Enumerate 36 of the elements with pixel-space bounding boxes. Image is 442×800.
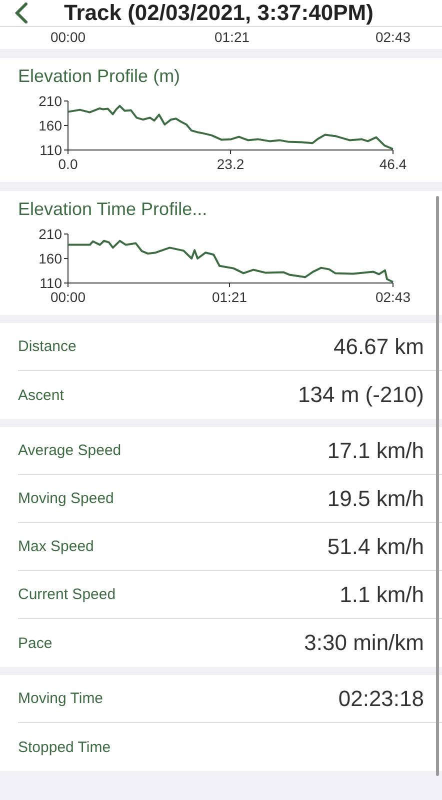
axis-tick-label: 160 bbox=[38, 250, 62, 266]
screen-title: Track (02/03/2021, 3:37:40PM) bbox=[64, 0, 374, 26]
axis-tick-label: 01:21 bbox=[212, 289, 248, 302]
stat-label: Current Speed bbox=[18, 586, 116, 603]
chart-title: Elevation Time Profile... bbox=[17, 199, 208, 220]
axis-tick-label: 110 bbox=[40, 142, 62, 158]
axis-tick-label: 160 bbox=[38, 118, 62, 134]
stat-label: Average Speed bbox=[18, 442, 122, 459]
axis-tick-label: 110 bbox=[40, 275, 62, 291]
back-icon[interactable] bbox=[14, 2, 28, 24]
axis-tick-label: 46.4 bbox=[379, 156, 407, 169]
stat-value: 02:23:18 bbox=[338, 686, 424, 712]
stat-value: 1.1 km/h bbox=[340, 582, 424, 608]
axis-tick-label: 210 bbox=[38, 226, 62, 242]
chart-title: Elevation Profile (m) bbox=[17, 66, 182, 87]
axis-tick-label: 0.0 bbox=[58, 156, 78, 169]
stat-value: 51.4 km/h bbox=[327, 534, 424, 560]
stat-value: 17.1 km/h bbox=[327, 438, 424, 464]
axis-tick-label: 00:00 bbox=[50, 29, 86, 45]
stat-value: 19.5 km/h bbox=[327, 486, 424, 512]
axis-tick-label: 00:00 bbox=[50, 289, 86, 302]
stat-value: 3:30 min/km bbox=[304, 630, 424, 656]
stat-label: Stopped Time bbox=[18, 738, 111, 756]
axis-tick-label: 02:43 bbox=[375, 289, 411, 302]
stat-label: Ascent bbox=[18, 386, 64, 404]
axis-tick-label: 01:21 bbox=[214, 29, 250, 45]
axis-tick-label: 23.2 bbox=[216, 156, 244, 169]
stat-label: Distance bbox=[18, 338, 76, 355]
axis-tick-label: 210 bbox=[38, 93, 62, 109]
stat-label: Pace bbox=[18, 634, 52, 652]
stat-label: Moving Time bbox=[18, 690, 104, 707]
stat-label: Max Speed bbox=[18, 538, 94, 555]
axis-tick-label: 02:43 bbox=[375, 29, 411, 45]
stat-value: 134 m (-210) bbox=[298, 382, 424, 408]
stat-value: 46.67 km bbox=[334, 334, 424, 360]
stat-label: Moving Speed bbox=[18, 490, 114, 507]
